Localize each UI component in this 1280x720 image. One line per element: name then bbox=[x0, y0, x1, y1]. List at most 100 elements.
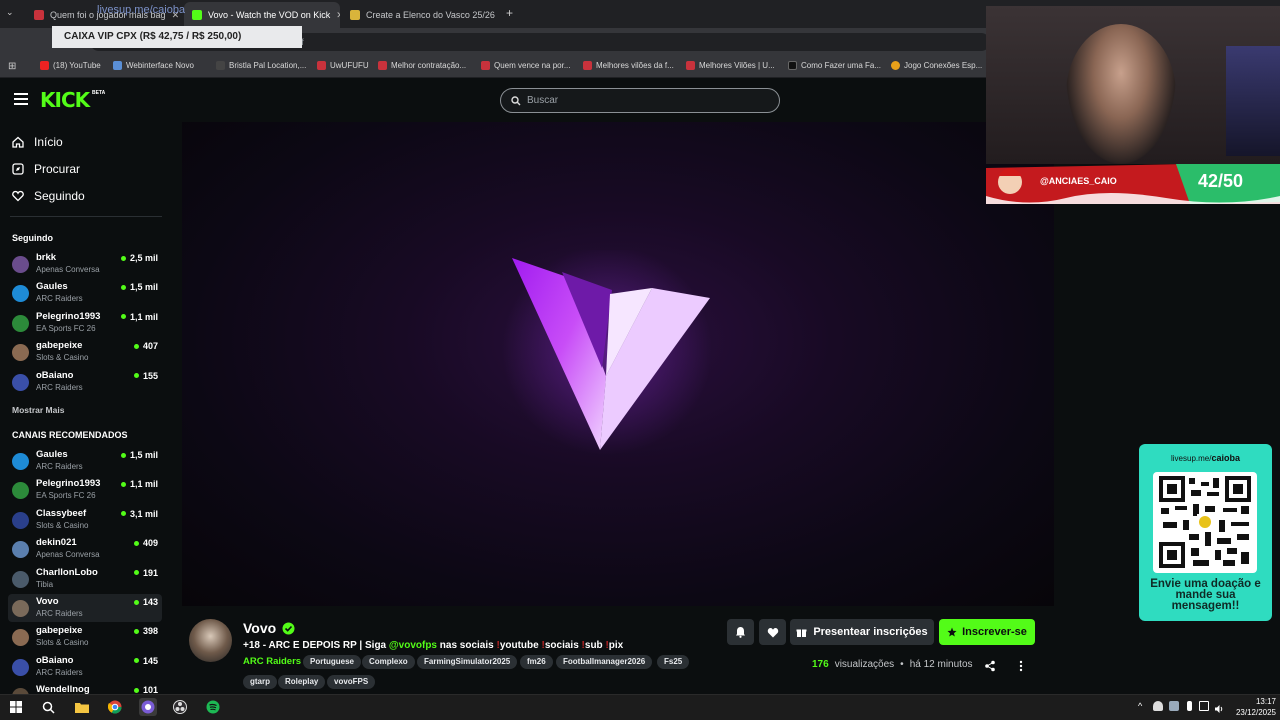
tab-search-icon[interactable]: ⌄ bbox=[6, 7, 14, 18]
obs-icon[interactable] bbox=[171, 698, 189, 716]
volume-icon[interactable] bbox=[1214, 701, 1224, 713]
following-section-title: Seguindo bbox=[12, 233, 53, 243]
avatar bbox=[12, 482, 29, 500]
bookmark-item[interactable]: (18) YouTube bbox=[40, 61, 101, 70]
channel-category: ARC Raiders bbox=[36, 462, 83, 471]
sidebar-channel-charllonlobo[interactable]: CharllonLobo Tibia 191 bbox=[8, 565, 162, 593]
tray-app-icon[interactable] bbox=[1169, 701, 1179, 711]
viewer-count: 1,1 mil bbox=[121, 479, 158, 489]
bookmark-item[interactable]: Quem vence na por... bbox=[481, 61, 571, 70]
follow-button[interactable] bbox=[759, 619, 786, 645]
microphone-icon[interactable] bbox=[1187, 701, 1192, 711]
sidebar-channel-gabepeixe[interactable]: gabepeixe Slots & Casino 407 bbox=[8, 338, 162, 366]
web-icon bbox=[891, 61, 900, 70]
close-icon[interactable]: ✕ bbox=[336, 10, 340, 21]
chrome-icon[interactable] bbox=[106, 698, 124, 716]
browser-active-icon[interactable] bbox=[139, 698, 157, 716]
bookmark-item[interactable]: Como Fazer uma Fa... bbox=[788, 61, 881, 70]
sidebar-channel-brkk[interactable]: brkk Apenas Conversa 2,5 mil bbox=[8, 250, 162, 278]
nav-browse[interactable]: Procurar bbox=[12, 162, 80, 176]
browser-tab-3[interactable]: Create a Elenco do Vasco 25/26 ✕ bbox=[342, 4, 498, 26]
tag-chip[interactable]: Roleplay bbox=[278, 675, 326, 689]
spotify-icon[interactable] bbox=[204, 698, 222, 716]
bookmark-item[interactable]: Webinterface Novo bbox=[113, 61, 194, 70]
channel-name: Pelegrino1993 bbox=[36, 478, 101, 490]
file-explorer-icon[interactable] bbox=[73, 698, 91, 716]
sidebar-channel-classybeef[interactable]: Classybeef Slots & Casino 3,1 mil bbox=[8, 506, 162, 534]
notifications-button[interactable] bbox=[727, 619, 754, 645]
caixa-vip-toast: CAIXA VIP CPX (R$ 42,75 / R$ 250,00) bbox=[52, 26, 302, 48]
network-icon[interactable] bbox=[1199, 701, 1209, 711]
channel-name: oBaiano bbox=[36, 369, 74, 381]
search-icon[interactable] bbox=[39, 698, 57, 716]
windows-start-icon[interactable] bbox=[7, 698, 25, 716]
sidebar-channel-pelegrino1993[interactable]: Pelegrino1993 EA Sports FC 26 1,1 mil bbox=[8, 476, 162, 504]
compass-icon bbox=[12, 163, 24, 175]
livesup-overlay-text: livesup.me/caioba bbox=[97, 4, 186, 16]
bookmark-item[interactable]: Jogo Conexões Esp... bbox=[891, 61, 982, 70]
onedrive-icon[interactable] bbox=[1153, 701, 1163, 711]
donation-message: Envie uma doação e mande sua mensagem!! bbox=[1150, 578, 1261, 612]
category-link[interactable]: ARC Raiders bbox=[243, 656, 301, 667]
show-more-link[interactable]: Mostrar Mais bbox=[12, 405, 64, 415]
sidebar-channel-obaiano[interactable]: oBaiano ARC Raiders 155 bbox=[8, 368, 162, 396]
nav-following[interactable]: Seguindo bbox=[12, 189, 85, 203]
sidebar-channel-gaules[interactable]: Gaules ARC Raiders 1,5 mil bbox=[8, 447, 162, 475]
viewer-count: 1,1 mil bbox=[121, 312, 158, 322]
clock-time: 13:17 bbox=[1255, 697, 1276, 706]
sidebar-channel-pelegrino1993[interactable]: Pelegrino1993 EA Sports FC 26 1,1 mil bbox=[8, 309, 162, 337]
avatar[interactable] bbox=[189, 619, 232, 662]
channel-name: Pelegrino1993 bbox=[36, 310, 101, 322]
avatar bbox=[12, 373, 29, 391]
nav-home[interactable]: Início bbox=[12, 135, 63, 149]
bookmark-item[interactable]: Melhor contratação... bbox=[378, 61, 466, 70]
sidebar-channel-vovo[interactable]: Vovo ARC Raiders 143 bbox=[8, 594, 162, 622]
video-player[interactable] bbox=[182, 122, 1054, 606]
meta-separator: • bbox=[900, 659, 904, 670]
search-input[interactable]: Buscar bbox=[500, 88, 780, 113]
star-icon bbox=[947, 627, 957, 637]
apps-grid-icon[interactable]: ⊞ bbox=[8, 61, 16, 72]
tag-chip[interactable]: gtarp bbox=[243, 675, 277, 689]
tag-chip[interactable]: Complexo bbox=[362, 655, 415, 669]
tag-chip[interactable]: vovoFPS bbox=[327, 675, 376, 689]
views-count: 176 bbox=[812, 659, 829, 670]
beta-badge: BETA bbox=[92, 90, 106, 96]
new-tab-button[interactable]: + bbox=[506, 6, 513, 20]
tag-chip[interactable]: fm26 bbox=[520, 655, 553, 669]
more-options-button[interactable] bbox=[1018, 659, 1024, 672]
avatar bbox=[12, 453, 29, 470]
bookmark-item[interactable]: Melhores vilões da f... bbox=[583, 61, 674, 70]
tag-chip[interactable]: Portuguese bbox=[303, 655, 362, 669]
subscribe-button[interactable]: Inscrever-se bbox=[939, 619, 1035, 645]
menu-icon[interactable] bbox=[14, 93, 28, 105]
channel-category: ARC Raiders bbox=[36, 667, 83, 677]
channel-name: Gaules bbox=[36, 281, 68, 293]
sidebar-channel-dekin021[interactable]: dekin021 Apenas Conversa 409 bbox=[8, 535, 162, 563]
channel-category: ARC Raiders bbox=[36, 294, 83, 304]
gift-subs-button[interactable]: Presentear inscrições bbox=[790, 619, 934, 645]
tag-chip[interactable]: FarmingSimulator2025 bbox=[417, 655, 518, 669]
channel-name: Vovo bbox=[36, 596, 59, 607]
sidebar-channel-gabepeixe[interactable]: gabepeixe Slots & Casino 398 bbox=[8, 623, 162, 651]
channel-name: dekin021 bbox=[36, 537, 77, 549]
bookmark-item[interactable]: UwUFUFU bbox=[317, 61, 369, 70]
search-icon bbox=[511, 95, 521, 105]
tag-chip[interactable]: Fs25 bbox=[657, 655, 690, 669]
tag-chip[interactable]: Footballmanager2026 bbox=[556, 655, 653, 669]
system-clock[interactable]: 13:17 23/12/2025 bbox=[1226, 696, 1276, 718]
sidebar-channel-obaiano[interactable]: oBaiano ARC Raiders 145 bbox=[8, 653, 162, 681]
vovo-logo-icon bbox=[502, 250, 712, 455]
bookmark-item[interactable]: Bristla Pal Location,... bbox=[216, 61, 306, 70]
kick-logo[interactable]: KICK bbox=[40, 88, 90, 112]
sidebar-channel-gaules[interactable]: Gaules ARC Raiders 1,5 mil bbox=[8, 279, 162, 307]
browser-tab-2[interactable]: Vovo - Watch the VOD on Kick ✕ bbox=[184, 2, 340, 28]
viewer-count: 2,5 mil bbox=[121, 253, 158, 263]
viewer-count: 409 bbox=[134, 538, 158, 548]
avatar bbox=[12, 256, 29, 273]
share-button[interactable] bbox=[984, 659, 996, 672]
streamer-name[interactable]: Vovo bbox=[243, 620, 295, 636]
tray-chevron-icon[interactable]: ^ bbox=[1138, 701, 1148, 711]
bookmark-item[interactable]: Melhores Vilões | U... bbox=[686, 61, 775, 70]
viewer-count: 143 bbox=[134, 597, 158, 607]
